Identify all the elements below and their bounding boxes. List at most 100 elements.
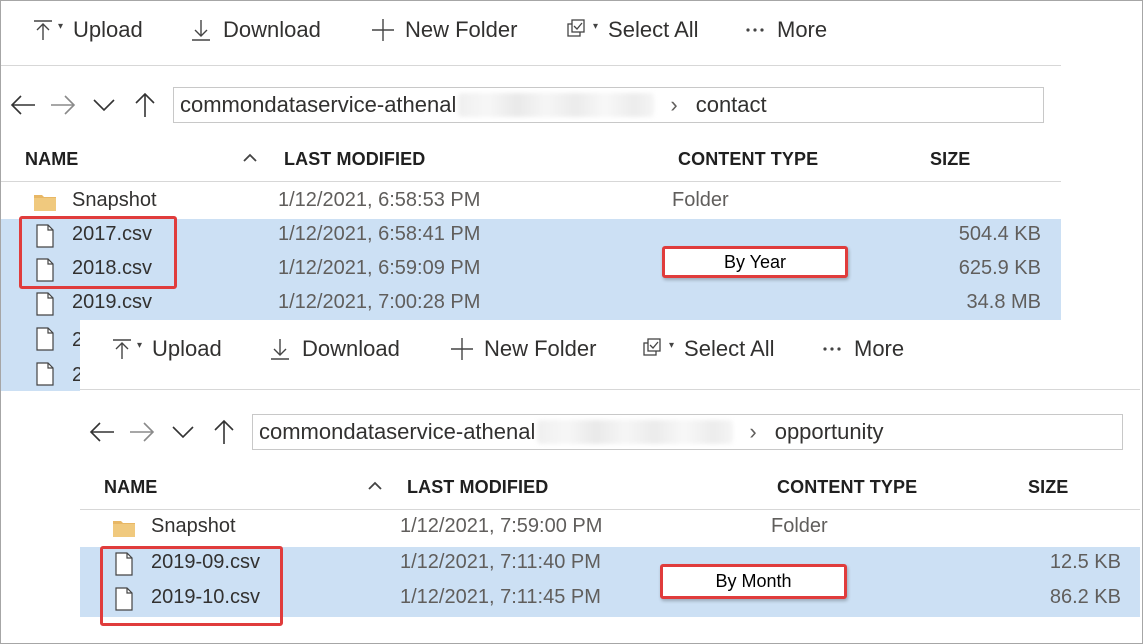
forward-arrow-icon[interactable] [49,91,77,119]
last-modified: 1/12/2021, 6:58:41 PM [278,223,481,245]
more-button[interactable]: More [820,330,904,368]
select-all-icon [566,18,590,42]
plus-icon [450,337,474,361]
hidden-rows-strip: 2 2 [1,321,83,391]
column-header-content-type[interactable]: CONTENT TYPE [678,149,818,170]
download-icon [189,18,213,42]
column-header-name[interactable]: NAME [104,477,157,498]
more-icon [820,337,844,361]
by-year-callout: By Year [662,246,848,278]
last-modified: 1/12/2021, 6:58:53 PM [278,189,481,211]
list-item-snapshot[interactable]: Snapshot 1/12/2021, 6:58:53 PM Folder [1,185,1061,219]
file-size: 12.5 KB [1049,551,1121,573]
redacted-path-segment [537,420,734,444]
back-arrow-icon[interactable] [88,418,116,446]
download-button[interactable]: Download [268,330,400,368]
by-month-callout: By Month [660,564,847,599]
column-header-size[interactable]: SIZE [930,149,970,170]
file-name: 2019-10.csv [151,586,260,608]
breadcrumb-container[interactable]: commondataservice-athenal [259,419,535,445]
download-label: Download [223,17,321,42]
chevron-down-icon[interactable] [169,418,197,446]
breadcrumb[interactable]: commondataservice-athenal › opportunity [252,414,1123,450]
select-all-label: Select All [608,17,699,42]
toolbar: ▾ Upload Download New Folder ▾ Select Al… [1,1,1061,59]
file-name: Snapshot [151,515,236,537]
list-item-2019-10-csv[interactable]: 2019-10.csv 1/12/2021, 7:11:45 PM 86.2 K… [80,582,1140,617]
chevron-down-icon[interactable] [90,91,118,119]
up-arrow-icon[interactable] [210,418,238,446]
navigation-bar: commondataservice-athenal › opportunity [80,412,1140,452]
upload-button[interactable]: ▾ Upload [31,11,143,49]
select-all-icon [642,337,666,361]
breadcrumb-current: opportunity [774,419,884,444]
breadcrumb-current: contact [695,92,767,117]
last-modified: 1/12/2021, 7:11:45 PM [400,586,601,608]
column-header-name[interactable]: NAME [25,149,78,170]
upload-button[interactable]: ▾ Upload [110,330,222,368]
back-arrow-icon[interactable] [9,91,37,119]
more-icon [743,18,767,42]
new-folder-label: New Folder [484,336,597,361]
more-button[interactable]: More [743,11,827,49]
last-modified: 1/12/2021, 7:00:28 PM [278,291,481,313]
column-header-row: NAME LAST MODIFIED CONTENT TYPE SIZE [80,467,1140,510]
forward-arrow-icon[interactable] [128,418,156,446]
new-folder-label: New Folder [405,17,518,42]
list-item-2018-csv[interactable]: 2018.csv 1/12/2021, 6:59:09 PM 625.9 KB [1,253,1061,287]
file-icon [33,292,57,316]
new-folder-button[interactable]: New Folder [450,330,596,368]
file-name: 2019-09.csv [151,551,260,573]
file-icon [112,552,136,576]
navigation-bar: commondataservice-athenal › contact [1,85,1061,125]
file-icon [112,587,136,611]
upload-icon [110,337,134,361]
list-item-snapshot[interactable]: Snapshot 1/12/2021, 7:59:00 PM Folder [80,511,1140,545]
upload-label: Upload [73,17,143,42]
select-all-button[interactable]: ▾ Select All [566,11,699,49]
list-item-2019-09-csv[interactable]: 2019-09.csv 1/12/2021, 7:11:40 PM 12.5 K… [80,547,1140,582]
content-type: Folder [672,189,729,211]
folder-icon [33,190,57,214]
file-icon [33,327,57,351]
plus-icon [371,18,395,42]
upload-dropdown-icon: ▾ [137,339,143,351]
more-label: More [777,17,828,42]
chevron-right-icon: › [670,92,678,117]
file-icon [33,258,57,282]
file-name: Snapshot [72,189,157,211]
column-header-content-type[interactable]: CONTENT TYPE [777,477,917,498]
breadcrumb-container[interactable]: commondataservice-athenal [180,92,456,118]
toolbar-divider [80,389,1140,390]
last-modified: 1/12/2021, 7:11:40 PM [400,551,601,573]
list-item-2019-csv[interactable]: 2019.csv 1/12/2021, 7:00:28 PM 34.8 MB [1,287,1061,321]
select-all-button[interactable]: ▾ Select All [642,330,775,368]
content-type: Folder [771,515,828,537]
select-all-dropdown-icon: ▾ [593,20,599,32]
column-header-last-modified[interactable]: LAST MODIFIED [407,477,548,498]
download-icon [268,337,292,361]
toolbar-divider [1,65,1061,66]
sort-ascending-icon[interactable] [366,477,384,495]
file-name: 2017.csv [72,223,153,245]
upload-icon [31,18,55,42]
upload-dropdown-icon: ▾ [58,20,64,32]
download-button[interactable]: Download [189,11,321,49]
download-label: Download [302,336,400,361]
file-name: 2019.csv [72,291,153,313]
sort-ascending-icon[interactable] [241,149,259,167]
new-folder-button[interactable]: New Folder [371,11,517,49]
file-size: 504.4 KB [958,223,1041,245]
file-icon [33,224,57,248]
select-all-label: Select All [684,336,775,361]
breadcrumb[interactable]: commondataservice-athenal › contact [173,87,1044,123]
column-header-last-modified[interactable]: LAST MODIFIED [284,149,425,170]
list-item-2017-csv[interactable]: 2017.csv 1/12/2021, 6:58:41 PM 504.4 KB [1,219,1061,253]
up-arrow-icon[interactable] [131,91,159,119]
chevron-right-icon: › [749,419,757,444]
column-header-size[interactable]: SIZE [1028,477,1068,498]
last-modified: 1/12/2021, 7:59:00 PM [400,515,603,537]
last-modified: 1/12/2021, 6:59:09 PM [278,257,481,279]
file-size: 625.9 KB [958,257,1041,279]
explorer-panel-opportunity: ▾ Upload Download New Folder ▾ Select Al… [80,320,1140,643]
